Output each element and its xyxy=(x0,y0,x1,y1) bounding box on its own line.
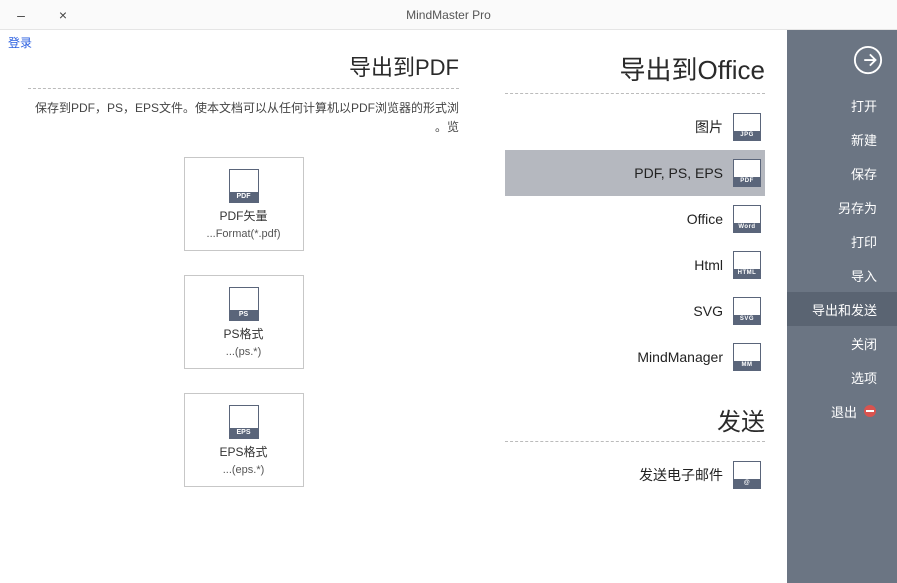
svg-icon: SVG xyxy=(733,297,761,325)
section-title-send: 发送 xyxy=(505,402,765,437)
eps-icon: EPS xyxy=(229,405,259,439)
pdf-icon: PDF xyxy=(733,159,761,187)
nav-item[interactable]: 退出 xyxy=(787,394,897,428)
nav-item-label: 新建 xyxy=(851,130,877,149)
export-categories: 导出到Office JPG 图片 PDF PDF, PS, EPS Word Office… xyxy=(487,30,787,583)
back-button[interactable] xyxy=(787,38,897,82)
close-icon[interactable]: × xyxy=(42,0,84,29)
nav-item[interactable]: 新建 xyxy=(787,122,897,156)
send-email-label: 发送电子邮件 xyxy=(639,465,723,485)
export-option-title: PS格式 xyxy=(224,325,264,342)
nav-item-label: 选项 xyxy=(851,368,877,387)
pdf-icon: PDF xyxy=(229,169,259,203)
export-category-label: SVG xyxy=(693,303,723,319)
nav-item-label: 另存为 xyxy=(838,198,877,217)
export-category-label: Html xyxy=(694,257,723,273)
html-icon: HTML xyxy=(733,251,761,279)
ps-icon: PS xyxy=(229,287,259,321)
export-option-format: Format(*.pdf)... xyxy=(207,228,281,240)
export-category-label: MindManager xyxy=(637,349,723,365)
nav-item-label: 导入 xyxy=(851,266,877,285)
window-controls: × – xyxy=(0,0,84,29)
nav-item[interactable]: 关闭 xyxy=(787,326,897,360)
export-category[interactable]: JPG 图片 xyxy=(505,104,765,150)
exit-icon xyxy=(863,404,877,418)
section-title-export: 导出到Office xyxy=(505,50,765,87)
nav-item-label: 打开 xyxy=(851,96,877,115)
mm-icon: MM xyxy=(733,343,761,371)
nav-item[interactable]: 选项 xyxy=(787,360,897,394)
nav-item-label: 关闭 xyxy=(851,334,877,353)
nav-item[interactable]: 打印 xyxy=(787,224,897,258)
nav-item-label: 保存 xyxy=(851,164,877,183)
nav-item[interactable]: 导出和发送 xyxy=(787,292,897,326)
export-detail: 导出到PDF 保存到PDF，PS，EPS文件。使本文档可以从任何计算机以PDF浏… xyxy=(0,30,487,583)
nav-item-label: 导出和发送 xyxy=(812,300,877,319)
nav-item-label: 打印 xyxy=(851,232,877,251)
minimize-icon[interactable]: – xyxy=(0,0,42,29)
jpg-icon: JPG xyxy=(733,113,761,141)
title-bar: MindMaster Pro × – xyxy=(0,0,897,30)
nav-item[interactable]: 保存 xyxy=(787,156,897,190)
export-option-title: PDF矢量 xyxy=(220,207,268,224)
export-option-title: EPS格式 xyxy=(220,443,268,460)
export-option-format: (*.eps)... xyxy=(223,464,265,476)
word-icon: Word xyxy=(733,205,761,233)
login-link[interactable]: 登录 xyxy=(8,34,32,51)
export-category[interactable]: Word Office xyxy=(505,196,765,242)
export-option-format: (*.ps)... xyxy=(226,346,261,358)
nav-item[interactable]: 导入 xyxy=(787,258,897,292)
export-category-label: PDF, PS, EPS xyxy=(634,165,723,181)
export-category[interactable]: SVG SVG xyxy=(505,288,765,334)
export-category-label: Office xyxy=(687,211,723,227)
nav-item[interactable]: 另存为 xyxy=(787,190,897,224)
export-category[interactable]: MM MindManager xyxy=(505,334,765,380)
export-option[interactable]: PS PS格式 (*.ps)... xyxy=(184,275,304,369)
detail-description: 保存到PDF，PS，EPS文件。使本文档可以从任何计算机以PDF浏览器的形式浏览… xyxy=(28,99,459,137)
export-option[interactable]: EPS EPS格式 (*.eps)... xyxy=(184,393,304,487)
send-email[interactable]: @ 发送电子邮件 xyxy=(505,452,765,498)
sidebar: 打开新建保存另存为打印导入导出和发送关闭选项退出 xyxy=(787,30,897,583)
nav-item-label: 退出 xyxy=(831,402,857,421)
email-icon: @ xyxy=(733,461,761,489)
detail-title: 导出到PDF xyxy=(28,50,459,82)
export-option[interactable]: PDF PDF矢量 Format(*.pdf)... xyxy=(184,157,304,251)
export-category[interactable]: PDF PDF, PS, EPS xyxy=(505,150,765,196)
export-category[interactable]: HTML Html xyxy=(505,242,765,288)
nav-item[interactable]: 打开 xyxy=(787,88,897,122)
app-title: MindMaster Pro xyxy=(406,8,491,22)
export-category-label: 图片 xyxy=(695,117,723,137)
